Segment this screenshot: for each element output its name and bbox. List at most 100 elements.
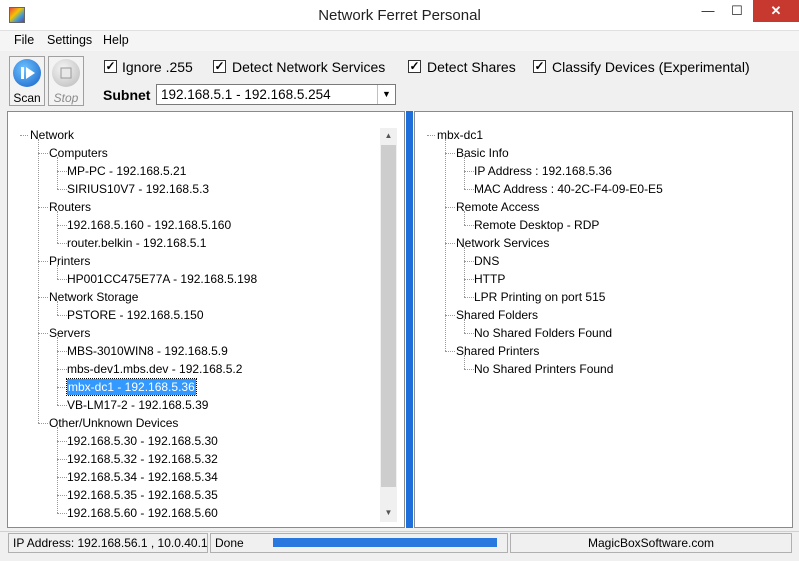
tree-group[interactable]: Shared Printers <box>456 343 539 359</box>
tree-connector <box>464 247 465 297</box>
scan-button[interactable]: Scan <box>9 56 45 106</box>
tree-connector <box>57 495 67 496</box>
tree-item[interactable]: MAC Address : 40-2C-F4-09-E0-E5 <box>474 181 663 197</box>
tree-item[interactable]: PSTORE - 192.168.5.150 <box>67 307 204 323</box>
window-title: Network Ferret Personal <box>318 7 481 24</box>
detect-shares-checkbox[interactable]: ✓ <box>408 60 421 73</box>
progress-fill <box>273 538 497 547</box>
detect-shares-label: Detect Shares <box>427 59 516 75</box>
device-root[interactable]: mbx-dc1 <box>437 127 483 143</box>
scan-label: Scan <box>13 91 41 105</box>
detect-services-checkbox[interactable]: ✓ <box>213 60 226 73</box>
tree-connector <box>57 315 67 316</box>
tree-item[interactable]: SIRIUS10V7 - 192.168.5.3 <box>67 181 209 197</box>
tree-item[interactable]: 192.168.5.35 - 192.168.5.35 <box>67 487 218 503</box>
tree-connector <box>57 243 67 244</box>
maximize-button[interactable]: ☐ <box>722 0 752 22</box>
tree-item[interactable]: HP001CC475E77A - 192.168.5.198 <box>67 271 257 287</box>
pane-splitter[interactable] <box>405 111 414 528</box>
tree-group[interactable]: Shared Folders <box>456 307 538 323</box>
tree-group[interactable]: Other/Unknown Devices <box>49 415 178 431</box>
tree-item[interactable]: 192.168.5.60 - 192.168.5.60 <box>67 505 218 521</box>
tree-item[interactable]: HTTP <box>474 271 505 287</box>
progress-bar <box>273 538 497 547</box>
tree-item[interactable]: 192.168.5.160 - 192.168.5.160 <box>67 217 231 233</box>
chevron-down-icon[interactable]: ▼ <box>377 85 395 104</box>
tree-connector <box>57 265 58 279</box>
tree-item[interactable]: 192.168.5.30 - 192.168.5.30 <box>67 433 218 449</box>
tree-connector <box>445 351 455 352</box>
stop-button: Stop <box>48 56 84 106</box>
scroll-down-icon[interactable]: ▼ <box>380 505 397 521</box>
tree-connector <box>464 157 465 189</box>
tree-connector <box>464 297 474 298</box>
tree-connector <box>57 211 58 243</box>
tree-group[interactable]: Remote Access <box>456 199 539 215</box>
tree-connector <box>445 139 446 351</box>
tree-connector <box>57 441 67 442</box>
ignore-255-checkbox[interactable]: ✓ <box>104 60 117 73</box>
classify-devices-label: Classify Devices (Experimental) <box>552 59 750 75</box>
tree-item[interactable]: VB-LM17-2 - 192.168.5.39 <box>67 397 208 413</box>
tree-item[interactable]: 192.168.5.32 - 192.168.5.32 <box>67 451 218 467</box>
tree-item[interactable]: LPR Printing on port 515 <box>474 289 605 305</box>
tree-item[interactable]: Remote Desktop - RDP <box>474 217 599 233</box>
tree-connector <box>57 171 67 172</box>
menu-file[interactable]: File <box>14 33 34 47</box>
tree-group[interactable]: Network Services <box>456 235 549 251</box>
tree-connector <box>57 405 67 406</box>
stop-label: Stop <box>53 91 79 105</box>
tree-connector <box>57 301 58 315</box>
tree-item[interactable]: mbs-dev1.mbs.dev - 192.168.5.2 <box>67 361 242 377</box>
tree-connector <box>57 513 67 514</box>
tree-connector <box>20 135 28 136</box>
tree-connector <box>464 333 474 334</box>
tree-item[interactable]: 192.168.5.34 - 192.168.5.34 <box>67 469 218 485</box>
tree-item[interactable]: IP Address : 192.168.5.36 <box>474 163 612 179</box>
close-button[interactable]: ✕ <box>753 0 799 22</box>
minimize-button[interactable]: — <box>693 0 723 22</box>
menu-settings[interactable]: Settings <box>47 33 92 47</box>
tree-connector <box>57 337 58 405</box>
tree-group[interactable]: Printers <box>49 253 90 269</box>
subnet-label: Subnet <box>103 87 151 103</box>
tree-connector <box>38 423 48 424</box>
tree-connector <box>38 297 48 298</box>
tree-item[interactable]: MBS-3010WIN8 - 192.168.5.9 <box>67 343 228 359</box>
tree-item-selected[interactable]: mbx-dc1 - 192.168.5.36 <box>66 378 197 396</box>
tree-connector <box>445 153 455 154</box>
scan-icon <box>13 59 41 87</box>
tree-connector <box>57 351 67 352</box>
tree-connector <box>464 279 474 280</box>
tree-connector <box>464 171 474 172</box>
tree-connector <box>57 369 67 370</box>
scrollbar-thumb[interactable] <box>381 145 396 487</box>
tree-item[interactable]: MP-PC - 192.168.5.21 <box>67 163 186 179</box>
status-text: Done <box>215 536 244 550</box>
ignore-255-label: Ignore .255 <box>122 59 193 75</box>
tree-connector <box>38 333 48 334</box>
classify-devices-checkbox[interactable]: ✓ <box>533 60 546 73</box>
tree-group[interactable]: Network Storage <box>49 289 138 305</box>
network-root[interactable]: Network <box>30 127 74 143</box>
tree-connector <box>57 387 67 388</box>
menu-help[interactable]: Help <box>103 33 129 47</box>
subnet-dropdown[interactable]: 192.168.5.1 - 192.168.5.254 ▼ <box>156 84 396 105</box>
tree-item[interactable]: No Shared Folders Found <box>474 325 612 341</box>
tree-item[interactable]: router.belkin - 192.168.5.1 <box>67 235 206 251</box>
tree-group[interactable]: Routers <box>49 199 91 215</box>
tree-item[interactable]: DNS <box>474 253 499 269</box>
tree-connector <box>464 319 465 333</box>
tree-connector <box>38 207 48 208</box>
tree-connector <box>57 459 67 460</box>
tree-connector <box>445 315 455 316</box>
tree-connector <box>464 261 474 262</box>
stop-icon <box>52 59 80 87</box>
tree-group[interactable]: Servers <box>49 325 90 341</box>
tree-connector <box>57 225 67 226</box>
tree-connector <box>57 477 67 478</box>
tree-connector <box>464 369 474 370</box>
scroll-up-icon[interactable]: ▲ <box>380 128 397 144</box>
tree-connector <box>38 139 39 423</box>
tree-item[interactable]: No Shared Printers Found <box>474 361 613 377</box>
